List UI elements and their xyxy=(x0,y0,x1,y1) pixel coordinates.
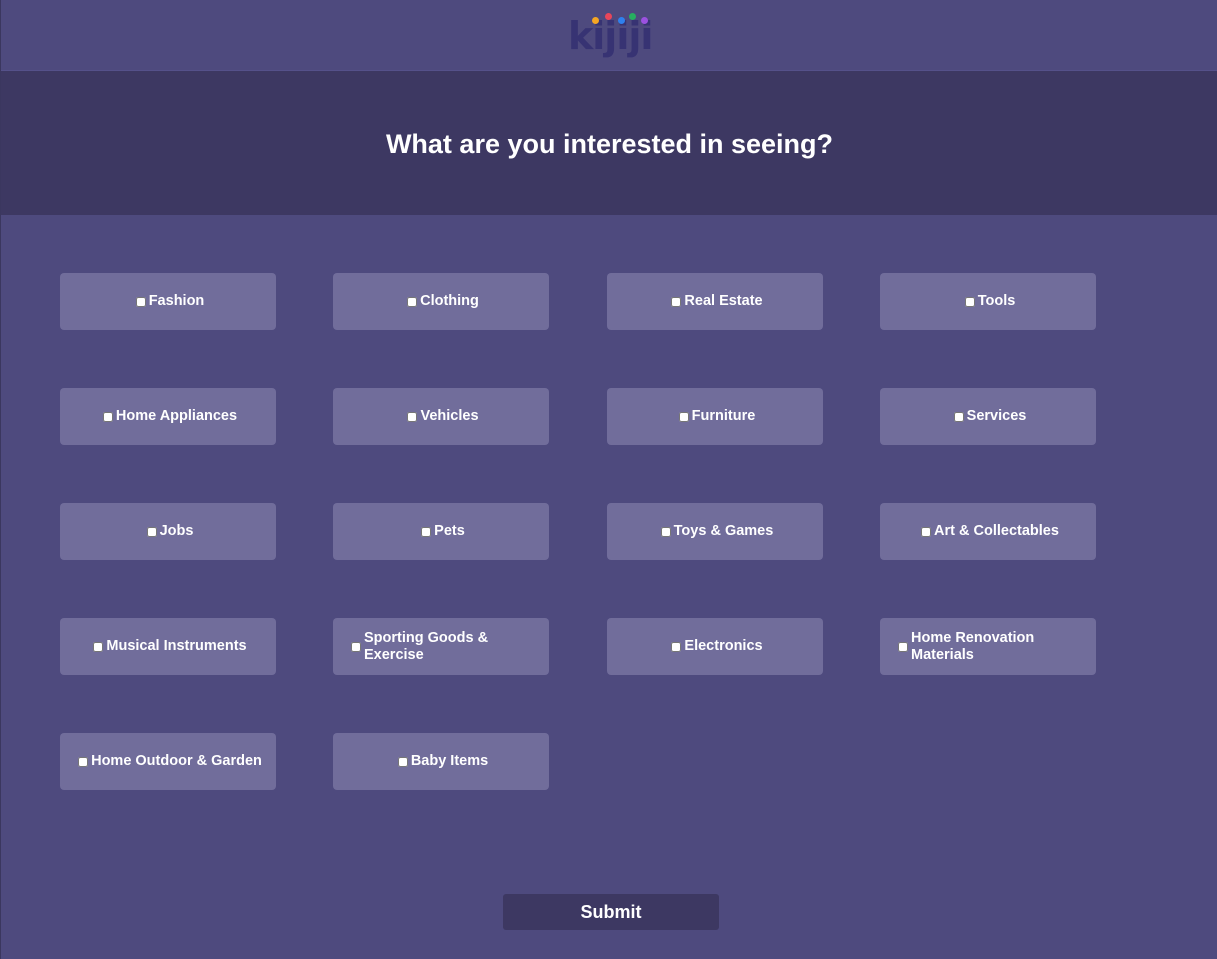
logo-dot-purple xyxy=(641,17,648,24)
interest-label: Pets xyxy=(434,523,465,539)
interest-label: Home Appliances xyxy=(115,408,238,424)
submit-button[interactable]: Submit xyxy=(503,894,719,930)
interest-option[interactable]: Musical Instruments xyxy=(60,618,276,675)
interest-checkbox[interactable] xyxy=(78,756,89,767)
interest-option[interactable]: Home Renovation Materials xyxy=(880,618,1096,675)
interest-checkbox[interactable] xyxy=(146,526,157,537)
interest-label: Furniture xyxy=(691,408,756,424)
interest-label: Home Renovation Materials xyxy=(911,629,1035,663)
interest-checkbox[interactable] xyxy=(660,526,671,537)
interest-option[interactable]: Furniture xyxy=(607,388,823,445)
interest-checkbox[interactable] xyxy=(407,296,418,307)
interest-option[interactable]: Fashion xyxy=(60,273,276,330)
interest-option[interactable]: Real Estate xyxy=(607,273,823,330)
interest-option[interactable]: Art & Collectables xyxy=(880,503,1096,560)
interest-option[interactable]: Tools xyxy=(880,273,1096,330)
interest-checkbox[interactable] xyxy=(898,641,908,652)
interest-checkbox[interactable] xyxy=(93,641,104,652)
interest-label: Vehicles xyxy=(420,408,479,424)
interest-checkbox[interactable] xyxy=(351,641,361,652)
interest-label: Jobs xyxy=(159,523,194,539)
interest-label: Electronics xyxy=(684,638,763,654)
interest-checkbox[interactable] xyxy=(102,411,113,422)
interest-checkbox[interactable] xyxy=(678,411,689,422)
interest-label: Tools xyxy=(977,293,1016,309)
interest-checkbox[interactable] xyxy=(964,296,975,307)
logo-dot-green xyxy=(629,13,636,20)
interest-option[interactable]: Toys & Games xyxy=(607,503,823,560)
interest-checkbox[interactable] xyxy=(135,296,146,307)
interest-checkbox[interactable] xyxy=(421,526,432,537)
interest-label: Sporting Goods & Exercise xyxy=(364,629,489,663)
kijiji-logo[interactable]: kijiji xyxy=(567,8,657,60)
page-title: What are you interested in seeing? xyxy=(385,129,834,159)
top-bar: kijiji xyxy=(1,0,1217,71)
interest-label: Baby Items xyxy=(410,753,489,769)
interest-option[interactable]: Electronics xyxy=(607,618,823,675)
interest-label: Real Estate xyxy=(684,293,763,309)
interest-option[interactable]: Services xyxy=(880,388,1096,445)
interest-checkbox[interactable] xyxy=(953,411,964,422)
interest-label: Toys & Games xyxy=(673,523,774,539)
logo-dot-blue xyxy=(618,17,625,24)
interest-label: Fashion xyxy=(148,293,205,309)
logo-dot-red xyxy=(605,13,612,20)
interest-option[interactable]: Home Outdoor & Garden xyxy=(60,733,276,790)
interest-option[interactable]: Vehicles xyxy=(333,388,549,445)
interest-option[interactable]: Pets xyxy=(333,503,549,560)
interest-label: Clothing xyxy=(420,293,479,309)
interest-option[interactable]: Home Appliances xyxy=(60,388,276,445)
interest-option[interactable]: Sporting Goods & Exercise xyxy=(333,618,549,675)
interest-option[interactable]: Clothing xyxy=(333,273,549,330)
interest-option[interactable]: Jobs xyxy=(60,503,276,560)
interest-label: Home Outdoor & Garden xyxy=(91,753,262,769)
interest-label: Services xyxy=(966,408,1027,424)
interest-option[interactable]: Baby Items xyxy=(333,733,549,790)
interest-checkbox[interactable] xyxy=(397,756,408,767)
logo-dot-orange xyxy=(592,17,599,24)
interest-label: Art & Collectables xyxy=(934,523,1059,539)
interest-checkbox[interactable] xyxy=(671,641,682,652)
interest-checkbox[interactable] xyxy=(407,411,418,422)
interest-checkbox[interactable] xyxy=(671,296,682,307)
interest-label: Musical Instruments xyxy=(106,638,247,654)
interest-checkbox[interactable] xyxy=(921,526,932,537)
page: kijiji What are you interested in seeing… xyxy=(0,0,1217,959)
